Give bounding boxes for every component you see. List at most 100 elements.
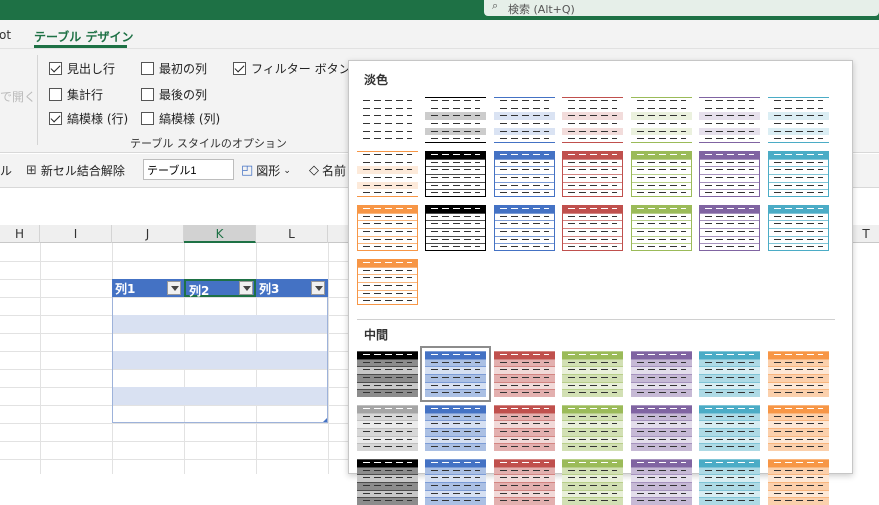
title-bar: ⌕ 検索 (Alt+Q) xyxy=(0,0,879,20)
option-header-row[interactable]: 見出し行 xyxy=(49,60,115,76)
table-row[interactable] xyxy=(112,369,328,387)
style-light-6[interactable] xyxy=(699,97,760,143)
section-light-label: 淡色 xyxy=(364,73,389,87)
style-medium-11[interactable] xyxy=(562,405,623,451)
filter-dropdown-icon[interactable] xyxy=(239,281,253,295)
column-header-i[interactable]: I xyxy=(40,225,112,243)
shapes-button[interactable]: ◰ 図形 ⌄ xyxy=(241,162,291,179)
checkbox[interactable] xyxy=(233,61,246,75)
option-first-column[interactable]: 最初の列 xyxy=(141,60,207,76)
name-manager-button[interactable]: ◇ 名前 xyxy=(309,162,346,179)
style-light-17[interactable] xyxy=(494,205,555,251)
style-medium-9[interactable] xyxy=(425,405,486,451)
style-medium-7[interactable] xyxy=(768,351,829,397)
active-tab-indicator xyxy=(34,45,127,48)
menu-bar: ot テーブル デザイン xyxy=(0,20,879,49)
style-medium-20[interactable] xyxy=(699,459,760,505)
unmerge-icon: ⊞ xyxy=(26,163,37,178)
table-resize-handle[interactable] xyxy=(323,418,327,422)
style-medium-5[interactable] xyxy=(631,351,692,397)
checkbox[interactable] xyxy=(141,87,154,101)
style-medium-6[interactable] xyxy=(699,351,760,397)
style-light-9[interactable] xyxy=(425,151,486,197)
style-light-19[interactable] xyxy=(631,205,692,251)
style-light-20[interactable] xyxy=(699,205,760,251)
style-light-5[interactable] xyxy=(631,97,692,143)
gridline xyxy=(328,243,329,474)
cut-button[interactable]: ル xyxy=(0,162,12,179)
style-light-21[interactable] xyxy=(768,205,829,251)
style-light-14[interactable] xyxy=(768,151,829,197)
table-row[interactable] xyxy=(112,297,328,315)
filter-dropdown-icon[interactable] xyxy=(311,281,325,295)
style-medium-10[interactable] xyxy=(494,405,555,451)
table-row[interactable] xyxy=(112,351,328,369)
style-light-8[interactable] xyxy=(357,151,418,197)
column-header-h[interactable]: H xyxy=(0,225,40,243)
gridline xyxy=(0,423,350,424)
style-light-7[interactable] xyxy=(768,97,829,143)
search-box[interactable]: ⌕ 検索 (Alt+Q) xyxy=(484,0,879,16)
gridline xyxy=(0,441,350,442)
column-header-j[interactable]: J xyxy=(112,225,184,243)
tab-pivot[interactable]: ot xyxy=(0,28,11,42)
shapes-icon: ◰ xyxy=(241,163,254,178)
style-light-3[interactable] xyxy=(494,97,555,143)
column-header-l[interactable]: L xyxy=(256,225,328,243)
chevron-down-icon: ⌄ xyxy=(283,165,291,176)
style-light-18[interactable] xyxy=(562,205,623,251)
table-row[interactable] xyxy=(112,387,328,405)
group-label-style-options: テーブル スタイルのオプション xyxy=(130,137,287,150)
tag-icon: ◇ xyxy=(309,163,319,178)
unmerge-label: 新セル結合解除 xyxy=(40,164,125,178)
style-medium-15[interactable] xyxy=(357,459,418,505)
section-medium-label: 中間 xyxy=(364,328,389,342)
style-light-13[interactable] xyxy=(699,151,760,197)
checkbox[interactable] xyxy=(49,61,62,75)
style-medium-21[interactable] xyxy=(768,459,829,505)
option-total-row[interactable]: 集計行 xyxy=(49,86,103,102)
filter-dropdown-icon[interactable] xyxy=(167,281,181,295)
unmerge-button[interactable]: ⊞ 新セル結合解除 xyxy=(26,162,125,179)
tab-table-design[interactable]: テーブル デザイン xyxy=(34,28,133,45)
option-last-column[interactable]: 最後の列 xyxy=(141,86,207,102)
checkbox[interactable] xyxy=(141,61,154,75)
style-light-22[interactable] xyxy=(357,259,418,305)
option-banded-rows[interactable]: 縞模様 (行) xyxy=(49,110,128,126)
table-name-input[interactable] xyxy=(143,159,234,180)
table-row[interactable] xyxy=(112,333,328,351)
style-light-1[interactable] xyxy=(357,97,418,143)
style-light-16[interactable] xyxy=(425,205,486,251)
style-light-15[interactable] xyxy=(357,205,418,251)
style-light-12[interactable] xyxy=(631,151,692,197)
style-medium-13[interactable] xyxy=(699,405,760,451)
option-banded-columns[interactable]: 縞模様 (列) xyxy=(141,110,220,126)
style-medium-2[interactable] xyxy=(420,346,491,402)
style-medium-8[interactable] xyxy=(357,405,418,451)
ribbon-separator xyxy=(37,55,38,145)
style-medium-17[interactable] xyxy=(494,459,555,505)
column-header-k[interactable]: K xyxy=(184,225,256,243)
table-header-row: 列1 列2 列3 xyxy=(112,279,328,298)
style-light-4[interactable] xyxy=(562,97,623,143)
style-medium-14[interactable] xyxy=(768,405,829,451)
style-light-2[interactable] xyxy=(425,97,486,143)
column-header-t[interactable]: T xyxy=(853,225,879,243)
table-row[interactable] xyxy=(112,315,328,333)
checkbox[interactable] xyxy=(141,111,154,125)
style-light-10[interactable] xyxy=(494,151,555,197)
option-filter-button[interactable]: フィルター ボタン xyxy=(233,60,351,76)
style-medium-16[interactable] xyxy=(425,459,486,505)
style-medium-18[interactable] xyxy=(562,459,623,505)
checkbox[interactable] xyxy=(49,87,62,101)
style-light-11[interactable] xyxy=(562,151,623,197)
style-medium-4[interactable] xyxy=(562,351,623,397)
table-row[interactable] xyxy=(112,405,328,423)
gridline xyxy=(0,261,350,262)
style-medium-1[interactable] xyxy=(357,351,418,397)
checkbox[interactable] xyxy=(49,111,62,125)
style-medium-3[interactable] xyxy=(494,351,555,397)
search-icon: ⌕ xyxy=(492,0,499,12)
style-medium-19[interactable] xyxy=(631,459,692,505)
style-medium-12[interactable] xyxy=(631,405,692,451)
